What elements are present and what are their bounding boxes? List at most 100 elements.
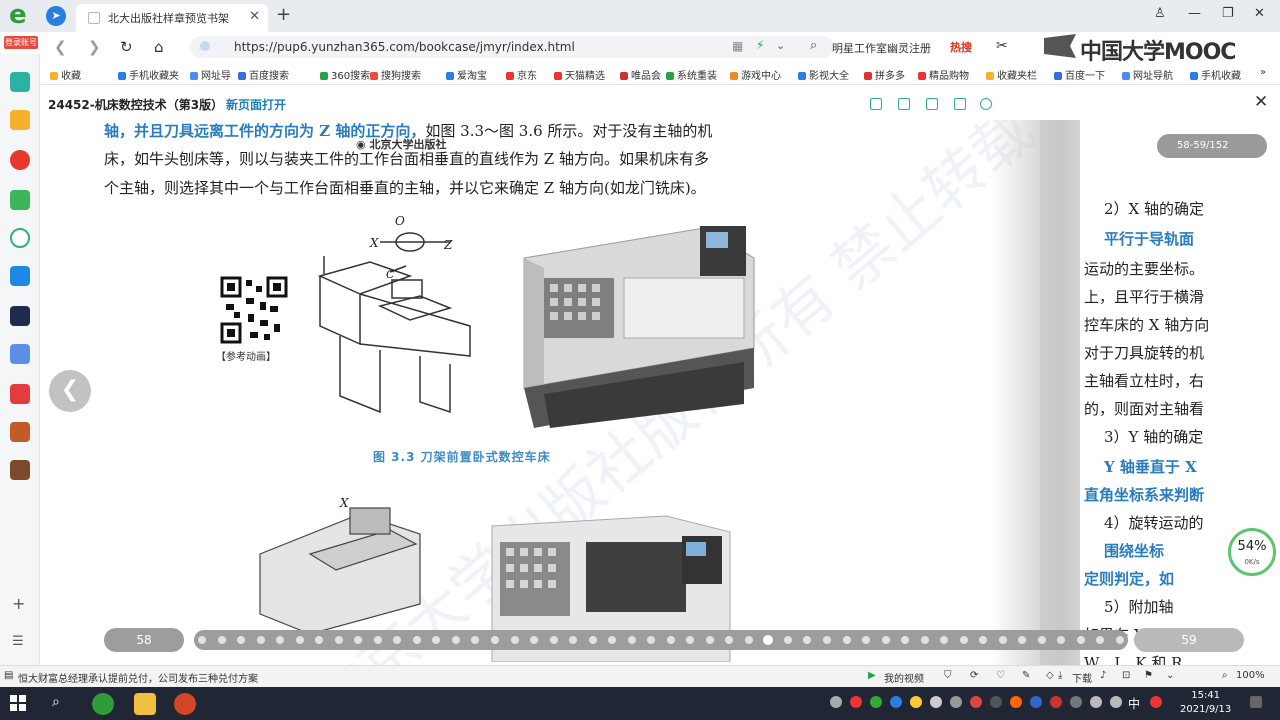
share-icon[interactable] bbox=[954, 98, 966, 110]
quick-tool-icon[interactable]: ⚑ bbox=[1144, 670, 1153, 681]
download-icon[interactable]: ⤓ bbox=[1058, 670, 1062, 681]
scrubber-dot[interactable] bbox=[803, 636, 812, 644]
scrubber-dot[interactable] bbox=[627, 636, 636, 644]
scrubber-dot[interactable] bbox=[451, 636, 460, 644]
save-icon[interactable] bbox=[926, 98, 938, 110]
new-tab-button[interactable]: + bbox=[276, 4, 291, 25]
chevron-down-icon[interactable]: ⌄ bbox=[1166, 670, 1174, 681]
open-new-page-link[interactable]: 新页面打开 bbox=[226, 96, 286, 113]
scrubber-current-dot[interactable] bbox=[763, 635, 774, 645]
scrubber-dot[interactable] bbox=[842, 636, 851, 644]
qr-code-icon[interactable] bbox=[220, 276, 288, 344]
taskbar-search-icon[interactable]: ⌕ bbox=[52, 694, 60, 710]
shirt-icon[interactable]: ♙ bbox=[1154, 6, 1166, 21]
bookmark-item[interactable]: 百度搜索 bbox=[238, 67, 289, 82]
tray-app-icon-10[interactable] bbox=[1010, 696, 1022, 708]
scrubber-dot[interactable] bbox=[237, 636, 246, 644]
refresh-status-icon[interactable]: ⟳ bbox=[970, 670, 978, 681]
scrubber-dot[interactable] bbox=[530, 636, 539, 644]
sidebar-add-icon[interactable]: + bbox=[12, 594, 25, 613]
right-page-number[interactable]: 59 bbox=[1134, 628, 1244, 652]
scrubber-dot[interactable] bbox=[686, 636, 695, 644]
tray-app-icon-1[interactable] bbox=[830, 696, 842, 708]
tray-app-icon-8[interactable] bbox=[970, 696, 982, 708]
document-icon[interactable] bbox=[10, 344, 30, 364]
volume-icon[interactable] bbox=[1110, 696, 1122, 708]
scrubber-dot[interactable] bbox=[354, 636, 363, 644]
favorites-star-icon[interactable] bbox=[10, 110, 30, 130]
bookmark-item[interactable]: 天猫精选 bbox=[554, 67, 605, 82]
scrubber-track[interactable] bbox=[194, 630, 1128, 650]
news-grid-icon[interactable]: ▤ bbox=[4, 670, 13, 681]
tray-app-icon-3[interactable] bbox=[870, 696, 882, 708]
scrubber-dot[interactable] bbox=[823, 636, 832, 644]
news-icon[interactable] bbox=[10, 306, 30, 326]
scrubber-dot[interactable] bbox=[705, 636, 714, 644]
scrubber-dot[interactable] bbox=[276, 636, 285, 644]
bookmark-item[interactable]: 搜狗搜索 bbox=[370, 67, 421, 82]
scrubber-dot[interactable] bbox=[881, 636, 890, 644]
mail-icon[interactable] bbox=[10, 190, 30, 210]
browser-taskbar-icon[interactable] bbox=[92, 693, 114, 715]
url-field[interactable]: https://pup6.yunzhan365.com/bookcase/jmy… bbox=[190, 36, 834, 58]
bookmark-item[interactable]: 网址导航 bbox=[1122, 67, 1173, 82]
scrubber-dot[interactable] bbox=[334, 636, 343, 644]
bookmark-icon[interactable]: ◇ bbox=[1046, 670, 1054, 681]
scrubber-dot[interactable] bbox=[1057, 636, 1066, 644]
ime-indicator[interactable]: 中 bbox=[1128, 695, 1140, 712]
bookmark-item[interactable]: 爱淘宝 bbox=[446, 67, 487, 82]
windows-start-icon[interactable] bbox=[10, 695, 26, 711]
scrubber-dot[interactable] bbox=[744, 636, 753, 644]
bookmark-item[interactable]: 影视大全 bbox=[798, 67, 849, 82]
scrubber-dot[interactable] bbox=[373, 636, 382, 644]
file-explorer-icon[interactable] bbox=[134, 693, 156, 715]
scrubber-dot[interactable] bbox=[901, 636, 910, 644]
scrubber-dot[interactable] bbox=[471, 636, 480, 644]
bookmark-item[interactable]: 精品购物 bbox=[918, 67, 969, 82]
scrubber-dot[interactable] bbox=[959, 636, 968, 644]
bookmark-item[interactable]: 系统重装 bbox=[666, 67, 717, 82]
bookmark-item[interactable]: 京东 bbox=[506, 67, 537, 82]
url-text[interactable]: https://pup6.yunzhan365.com/bookcase/jmy… bbox=[234, 40, 575, 54]
zoom-level[interactable]: 100% bbox=[1236, 670, 1265, 681]
bookmark-item[interactable]: 网址导 bbox=[190, 67, 231, 82]
game-icon[interactable] bbox=[10, 422, 30, 442]
scrubber-dot[interactable] bbox=[725, 636, 734, 644]
cloud-icon[interactable] bbox=[10, 228, 30, 248]
scrubber-dot[interactable] bbox=[1076, 636, 1085, 644]
sidebar-app-icon[interactable] bbox=[10, 72, 30, 92]
active-tab[interactable]: 北大出版社样章预览书架 ✕ bbox=[76, 4, 268, 32]
bookmark-item[interactable]: 收藏夹栏 bbox=[986, 67, 1037, 82]
home-icon[interactable]: ⌂ bbox=[154, 38, 164, 56]
bookmark-item[interactable]: 收藏 bbox=[50, 67, 81, 82]
bookmark-item[interactable]: 唯品会 bbox=[620, 67, 661, 82]
scrubber-dot[interactable] bbox=[666, 636, 675, 644]
scrubber-dot[interactable] bbox=[1037, 636, 1046, 644]
tab-close-icon[interactable]: ✕ bbox=[249, 9, 260, 24]
scrubber-dot[interactable] bbox=[588, 636, 597, 644]
scrubber-dot[interactable] bbox=[510, 636, 519, 644]
settings-gear-icon[interactable] bbox=[980, 98, 992, 110]
scrubber-dot[interactable] bbox=[979, 636, 988, 644]
notification-icon[interactable] bbox=[1250, 696, 1262, 708]
shield-icon[interactable]: ⛉ bbox=[944, 670, 952, 681]
audio-icon[interactable]: ♪ bbox=[1100, 670, 1106, 681]
scrubber-dot[interactable] bbox=[862, 636, 871, 644]
scrubber-dot[interactable] bbox=[1096, 636, 1105, 644]
brush-icon[interactable]: ✎ bbox=[1022, 670, 1030, 681]
scrubber-dot[interactable] bbox=[315, 636, 324, 644]
scrubber-dot[interactable] bbox=[608, 636, 617, 644]
bookmark-item[interactable]: 游戏中心 bbox=[730, 67, 781, 82]
scrubber-dot[interactable] bbox=[783, 636, 792, 644]
fullscreen-icon[interactable] bbox=[870, 98, 882, 110]
scrubber-dot[interactable] bbox=[490, 636, 499, 644]
tray-app-icon-6[interactable] bbox=[930, 696, 942, 708]
tray-app-icon-9[interactable] bbox=[990, 696, 1002, 708]
url-dropdown-icon[interactable]: ⌄ bbox=[776, 39, 785, 52]
wps-tray-icon[interactable] bbox=[1150, 696, 1162, 708]
scrubber-dot[interactable] bbox=[549, 636, 558, 644]
tray-app-icon-7[interactable] bbox=[950, 696, 962, 708]
sidebar-menu-icon[interactable]: ☰ bbox=[12, 634, 24, 649]
scrubber-dot[interactable] bbox=[432, 636, 441, 644]
search-box[interactable]: ⌕ 明星工作室幽灵注册 热搜 bbox=[810, 36, 1020, 58]
